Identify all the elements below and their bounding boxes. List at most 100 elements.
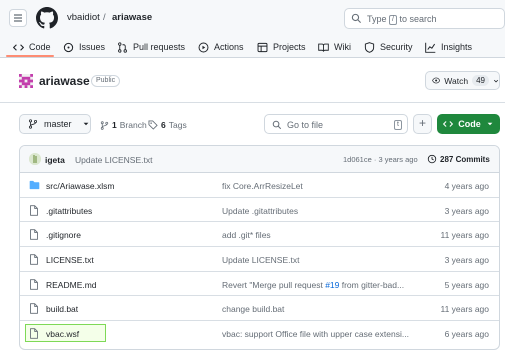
code-button-label: Code: [458, 119, 481, 129]
file-icon: [30, 328, 38, 339]
watch-button[interactable]: Watch 49: [425, 71, 500, 90]
chevron-down-icon: [493, 79, 499, 82]
tab-label: Issues: [79, 42, 106, 52]
file-name[interactable]: src/Ariawase.xlsm: [46, 181, 114, 191]
github-logo-icon[interactable]: [36, 7, 58, 29]
commits-link[interactable]: 287 Commits: [427, 154, 490, 164]
tab-label: Insights: [441, 42, 473, 52]
commit-meta[interactable]: 1d061ce · 3 years ago: [343, 155, 418, 164]
file-list: igeta Update LICENSE.txt 1d061ce · 3 yea…: [19, 145, 500, 350]
tab-code[interactable]: Code: [13, 39, 51, 55]
file-name[interactable]: vbac.wsf: [46, 329, 79, 339]
tab-insights[interactable]: Insights: [425, 39, 472, 55]
file-commit-message[interactable]: add .git* files: [222, 230, 418, 240]
table-row[interactable]: build.bat change build.bat 11 years ago: [20, 296, 499, 322]
file-commit-message[interactable]: fix Core.ArrResizeLet: [222, 181, 418, 191]
table-row[interactable]: .gitattributes Update .gitattributes 3 y…: [20, 198, 499, 223]
tab-issues[interactable]: Issues: [63, 39, 105, 55]
file-icon: [30, 229, 38, 241]
repo-title[interactable]: ariawase: [39, 74, 90, 88]
tab-actions[interactable]: Actions: [198, 39, 244, 55]
add-file-button[interactable]: +: [413, 114, 432, 134]
table-row[interactable]: vbac.wsf vbac: support Office file with …: [20, 321, 499, 346]
tag-count: 6: [161, 120, 166, 130]
pull-request-link[interactable]: #19: [325, 280, 339, 290]
file-icon: [30, 254, 38, 265]
chevron-down-icon: [83, 122, 88, 126]
breadcrumb-separator: /: [103, 12, 106, 23]
code-icon: [13, 43, 24, 51]
file-age: 11 years ago: [440, 304, 489, 315]
file-commit-message[interactable]: change build.bat: [222, 304, 418, 314]
table-row[interactable]: LICENSE.txt Update LICENSE.txt 3 years a…: [20, 247, 499, 272]
tab-security[interactable]: Security: [364, 39, 413, 55]
file-age: 11 years ago: [440, 230, 489, 241]
file-name[interactable]: LICENSE.txt: [46, 255, 94, 265]
table-row[interactable]: .gitignore add .git* files 11 years ago: [20, 222, 499, 248]
file-commit-message[interactable]: Update LICENSE.txt: [222, 255, 418, 265]
history-icon: [427, 154, 437, 164]
commit-message-text: from gitter-bad...: [339, 279, 405, 290]
file-icon: [30, 303, 38, 315]
code-button[interactable]: Code: [437, 114, 500, 134]
go-to-file-placeholder: Go to file: [287, 120, 324, 130]
watch-count: 49: [472, 75, 489, 86]
book-icon: [318, 43, 329, 52]
file-icon: [30, 278, 38, 290]
file-icon: [30, 204, 38, 216]
visibility-badge: Public: [91, 75, 121, 87]
tab-pull-requests[interactable]: Pull requests: [117, 39, 185, 55]
branch-icon: [100, 120, 109, 130]
commit-message[interactable]: Update LICENSE.txt: [75, 155, 152, 165]
menu-button[interactable]: [9, 9, 27, 27]
branches-link[interactable]: 1 Branch: [100, 120, 147, 130]
graph-icon: [425, 42, 436, 53]
tag-count-label: Tags: [168, 120, 187, 130]
avatar[interactable]: [29, 153, 41, 165]
eye-icon: [432, 77, 441, 84]
file-age: 3 years ago: [444, 255, 489, 266]
file-commit-message[interactable]: vbac: support Office file with upper cas…: [222, 329, 418, 339]
file-name[interactable]: README.md: [46, 280, 97, 290]
file-age: 5 years ago: [444, 279, 489, 290]
tab-projects[interactable]: Projects: [257, 39, 306, 55]
tab-label: Actions: [214, 42, 244, 52]
tab-label: Wiki: [334, 42, 351, 52]
search-hint-suffix: to search: [399, 14, 437, 24]
tab-label: Pull requests: [133, 42, 186, 52]
breadcrumb-repo[interactable]: ariawase: [112, 12, 152, 23]
folder-icon: [29, 180, 40, 190]
hamburger-icon: [14, 14, 22, 22]
go-to-file-input[interactable]: Go to file t: [264, 114, 408, 134]
file-name[interactable]: build.bat: [46, 304, 78, 314]
file-age: 4 years ago: [444, 181, 489, 191]
search-shortcut-key: /: [389, 15, 397, 25]
active-tab-indicator: [6, 55, 54, 57]
tab-wiki[interactable]: Wiki: [318, 39, 351, 55]
table-row[interactable]: src/Ariawase.xlsm fix Core.ArrResizeLet …: [20, 173, 499, 198]
tab-label: Code: [29, 42, 51, 52]
global-search-input[interactable]: Type / to search: [344, 8, 505, 29]
watch-label: Watch: [444, 75, 469, 86]
go-to-file-shortcut: t: [394, 120, 402, 130]
file-commit-message[interactable]: Update .gitattributes: [222, 206, 418, 216]
table-icon: [257, 42, 268, 52]
repo-avatar-icon: [19, 74, 33, 88]
code-icon: [443, 121, 454, 127]
tag-icon: [148, 120, 158, 130]
commit-count-label: 287 Commits: [440, 154, 490, 164]
file-age: 3 years ago: [444, 205, 489, 216]
commit-author[interactable]: igeta: [45, 155, 65, 165]
branch-icon: [28, 119, 38, 129]
file-age: 6 years ago: [444, 329, 489, 340]
tags-link[interactable]: 6 Tags: [148, 120, 187, 130]
file-name[interactable]: .gitattributes: [46, 206, 92, 216]
latest-commit-bar: igeta Update LICENSE.txt 1d061ce · 3 yea…: [20, 146, 499, 173]
branch-select-button[interactable]: master: [19, 114, 91, 134]
breadcrumb-owner[interactable]: vbaidiot: [67, 12, 100, 23]
tab-label: Projects: [273, 42, 306, 52]
table-row[interactable]: README.md Revert "Merge pull request #19…: [20, 272, 499, 297]
file-commit-message[interactable]: Revert "Merge pull request #19 from gitt…: [222, 280, 418, 290]
chevron-down-icon: [487, 122, 493, 126]
file-name[interactable]: .gitignore: [46, 230, 81, 240]
